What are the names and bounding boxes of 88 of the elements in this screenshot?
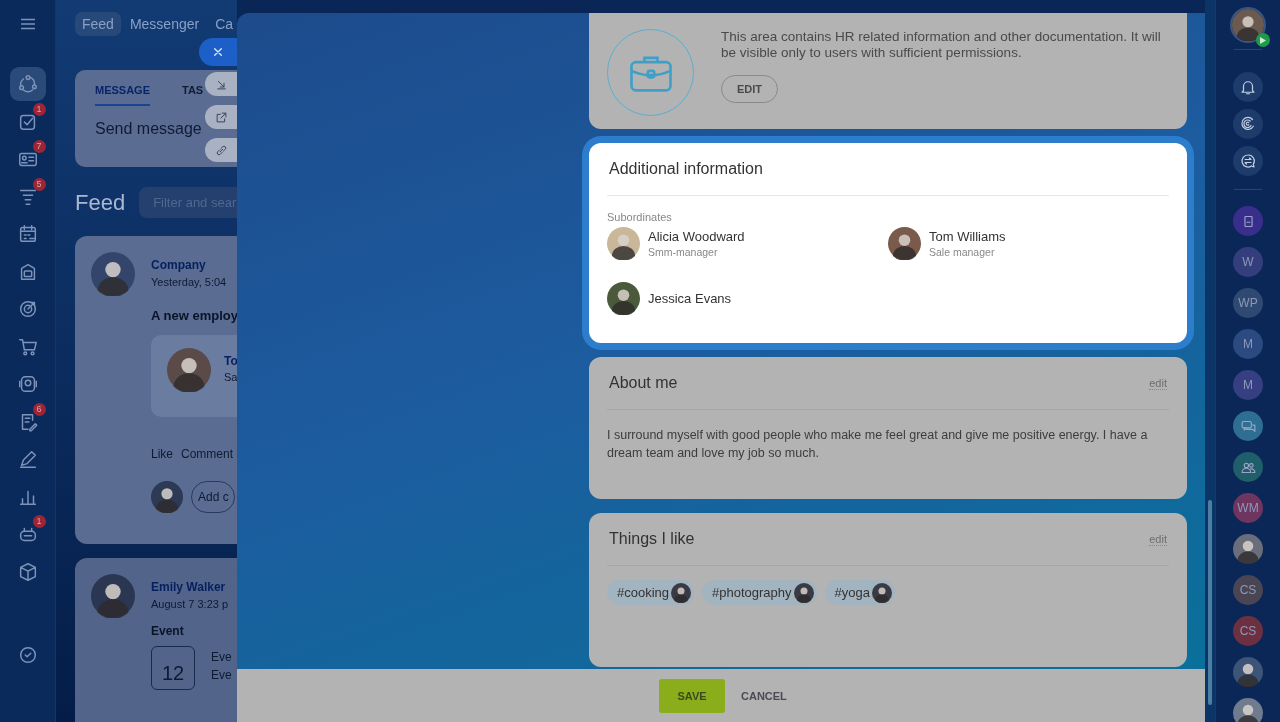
post-type: Event — [151, 624, 185, 638]
sidebar-button[interactable]: 7 — [9, 142, 46, 176]
about-text: I surround myself with good people who make me feel great and give me positive energy. I have a dream team and love my job so much. — [606, 427, 1149, 462]
avatar — [793, 582, 814, 603]
sidebar-button[interactable]: 5 — [9, 179, 46, 214]
toolbar-button[interactable] — [1233, 146, 1263, 176]
toolbar-button[interactable] — [1233, 72, 1263, 102]
person-name[interactable]: Jessica Evans — [648, 291, 732, 306]
nav-tab[interactable]: Messenger — [122, 12, 207, 36]
avatar — [671, 582, 692, 603]
calendar-date: 12 — [151, 646, 195, 690]
chat-avatar[interactable] — [1233, 411, 1263, 441]
scrollbar[interactable] — [1208, 500, 1212, 705]
sidebar-button[interactable] — [9, 67, 46, 101]
edit-link[interactable]: edit — [1149, 532, 1167, 546]
chat-avatar[interactable]: CS — [1233, 616, 1263, 646]
avatar[interactable] — [1233, 657, 1263, 687]
chat-avatar[interactable]: CS — [1233, 575, 1263, 605]
author-link[interactable]: Company — [151, 258, 237, 272]
copy-link-button[interactable] — [205, 138, 237, 162]
card-title: Things I like — [609, 530, 695, 548]
post-action-link[interactable]: Like — [151, 447, 173, 461]
avatar[interactable] — [888, 227, 921, 260]
person-role: Smm-manager — [648, 246, 719, 258]
chat-avatar[interactable] — [1233, 206, 1263, 236]
external-link-icon — [213, 109, 229, 125]
count-badge: 1 — [32, 515, 46, 528]
feed-title: Feed — [75, 189, 126, 216]
message-field[interactable]: Send message — [95, 120, 237, 138]
post-text: A new employ — [151, 308, 237, 323]
bell-icon — [1239, 78, 1257, 96]
open-window-button[interactable] — [205, 105, 237, 129]
minimize-button[interactable] — [205, 72, 237, 96]
person-role: Sale manager — [929, 246, 996, 258]
employee-role: Sa — [224, 371, 237, 383]
person-name[interactable]: Tom Williams — [929, 229, 1006, 244]
count-badge: 5 — [32, 177, 46, 191]
close-button[interactable] — [199, 38, 237, 66]
employee-name[interactable]: To — [224, 354, 237, 368]
avatar — [91, 574, 135, 618]
post-action-link[interactable]: Comment — [181, 447, 234, 461]
sidebar-button[interactable]: 1 — [9, 104, 46, 139]
author-link[interactable]: Emily Walker — [151, 580, 232, 594]
chat-avatar[interactable]: W — [1233, 247, 1263, 277]
card-title: About me — [609, 374, 678, 392]
chat-avatar[interactable] — [1233, 452, 1263, 482]
composer-tab[interactable]: TAS — [182, 84, 204, 106]
interest-tag[interactable]: #cooking — [607, 580, 695, 605]
avatar[interactable] — [1232, 9, 1264, 41]
avatar — [872, 582, 892, 603]
chat-avatar[interactable]: M — [1233, 370, 1263, 400]
interest-tag[interactable]: #photography — [702, 580, 817, 605]
cancel-button[interactable]: CANCEL — [737, 689, 791, 702]
avatar[interactable] — [1233, 534, 1263, 564]
edit-link[interactable]: edit — [1149, 376, 1167, 390]
avatar — [91, 252, 135, 296]
avatar[interactable] — [607, 227, 640, 260]
count-badge: 7 — [32, 140, 46, 153]
sidebar-button[interactable]: 6 — [9, 404, 46, 439]
avatar — [167, 348, 211, 392]
composer-tab[interactable]: MESSAGE — [95, 84, 150, 106]
chat-arrows-icon — [1239, 152, 1257, 170]
count-badge: 1 — [32, 102, 46, 116]
nav-tab[interactable]: Feed — [75, 12, 121, 36]
nav-tab[interactable]: Ca — [208, 12, 237, 36]
play-icon — [1256, 33, 1270, 47]
event-title: Eve — [211, 650, 232, 664]
chat-avatar[interactable]: WP — [1233, 288, 1263, 318]
post-time: Yesterday, 5:04 — [151, 276, 228, 288]
save-button[interactable]: SAVE — [659, 678, 725, 713]
sidebar-button[interactable]: 1 — [9, 517, 46, 551]
chat-avatar[interactable]: WM — [1233, 493, 1263, 523]
interest-tag[interactable]: #yoga — [824, 580, 895, 605]
card-title: Additional information — [609, 160, 763, 178]
avatar[interactable] — [607, 282, 640, 315]
network-icon — [16, 73, 39, 95]
event-text: Eve — [211, 668, 232, 682]
count-badge: 6 — [32, 402, 46, 416]
spiral-icon — [1239, 115, 1257, 133]
section-label: Subordinates — [607, 211, 673, 223]
avatar — [151, 481, 183, 513]
chat-avatar[interactable]: M — [1233, 329, 1263, 359]
hr-description: This area contains HR related information and other documentation. It will be visible only to users with sufficient permissions. — [721, 29, 1162, 61]
contact-icon — [16, 373, 39, 395]
post-time: August 7 3:23 p — [151, 598, 230, 610]
avatar[interactable] — [1233, 698, 1263, 722]
toolbar-button[interactable] — [1233, 109, 1263, 139]
person-name[interactable]: Alicia Woodward — [648, 229, 745, 244]
